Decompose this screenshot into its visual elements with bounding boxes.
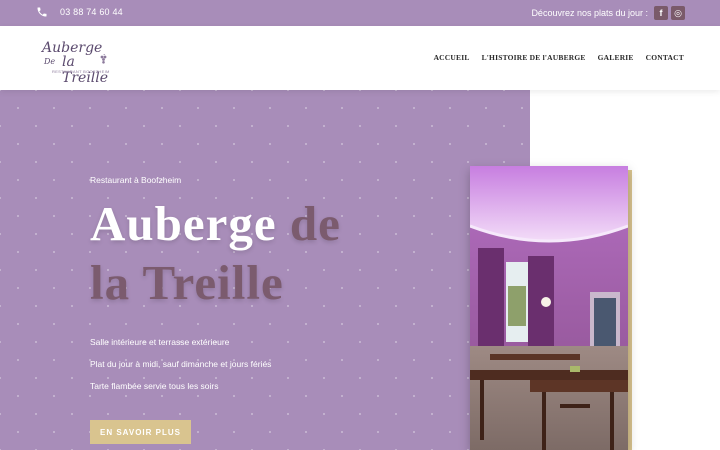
title-part-1: Auberge (90, 196, 290, 251)
restaurant-interior-photo (470, 166, 628, 450)
site-logo[interactable]: Auberge De la Treille RESTAURANT BOOFZHE… (38, 40, 110, 86)
logo-tagline: RESTAURANT BOOFZHEIM (52, 69, 110, 74)
nav-histoire[interactable]: L'HISTOIRE DE l'AUBERGE (482, 53, 586, 62)
learn-more-button[interactable]: EN SAVOIR PLUS (90, 420, 191, 444)
phone-number[interactable]: 03 88 74 60 44 (60, 6, 123, 18)
interior-illustration (470, 166, 628, 450)
title-accent-2: la Treille (90, 255, 284, 310)
hero-title: Auberge de la Treille (90, 194, 410, 312)
logo-line-2: De (44, 57, 56, 66)
nav-contact[interactable]: CONTACT (646, 53, 684, 62)
feature-item: Plat du jour à midi, sauf dimanche et jo… (90, 359, 272, 369)
nav-galerie[interactable]: GALERIE (598, 53, 634, 62)
instagram-icon[interactable]: ◎ (671, 6, 685, 20)
facebook-icon[interactable]: f (654, 6, 668, 20)
feature-item: Salle intérieure et terrasse extérieure (90, 337, 230, 347)
main-nav: ACCUEIL L'HISTOIRE DE l'AUBERGE GALERIE … (434, 53, 684, 62)
daily-dishes-text: Découvrez nos plats du jour : (531, 8, 648, 18)
hero-kicker: Restaurant à Boofzheim (90, 175, 182, 185)
feature-item: Tarte flambée servie tous les soirs (90, 381, 219, 391)
phone-icon (37, 7, 47, 17)
top-bar: 03 88 74 60 44 Découvrez nos plats du jo… (0, 0, 720, 26)
site-header: Auberge De la Treille RESTAURANT BOOFZHE… (0, 26, 720, 90)
nav-accueil[interactable]: ACCUEIL (434, 53, 470, 62)
title-accent-1: de (289, 196, 341, 251)
grape-icon (100, 54, 107, 64)
hero-section: Restaurant à Boofzheim Auberge de la Trei… (0, 90, 530, 450)
